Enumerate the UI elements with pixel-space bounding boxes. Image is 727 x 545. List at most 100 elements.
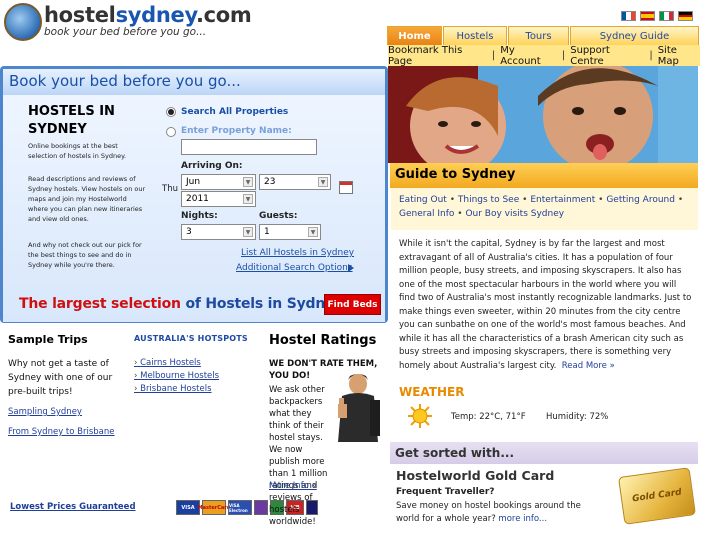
mastercard-icon: MasterCard — [198, 500, 230, 515]
lowest-prices-link[interactable]: Lowest Prices Guaranteed — [10, 502, 136, 512]
entertainment-link[interactable]: Entertainment — [530, 195, 595, 205]
booking-intro-1: Online bookings at the best selection of… — [28, 142, 127, 160]
gold-card-desc: Save money on hostel bookings around the… — [396, 501, 581, 524]
guests-select[interactable]: 1 ▼ — [259, 224, 321, 240]
calendar-icon[interactable] — [339, 181, 353, 194]
arrival-date-value: 23 — [264, 177, 276, 187]
sampling-sydney-link[interactable]: Sampling Sydney — [8, 407, 82, 417]
separator: | — [561, 50, 566, 61]
brisbane-hostels-link[interactable]: Brisbane Hostels — [134, 383, 219, 396]
chevron-down-icon: ▼ — [243, 227, 253, 237]
guide-links: Eating Out • Things to See • Entertainme… — [391, 188, 698, 230]
hostels-title: HOSTELS IN SYDNEY — [28, 103, 138, 139]
hotspots-list: Cairns Hostels Melbourne Hostels Brisban… — [134, 357, 219, 396]
nights-label: Nights: — [181, 211, 218, 221]
arrow-right-icon — [348, 264, 354, 272]
gold-card-text: Save money on hostel bookings around the… — [396, 500, 606, 526]
arrival-year-select[interactable]: 2011 ▼ — [181, 191, 256, 207]
sub-nav: Bookmark This Page | My Account | Support … — [388, 45, 700, 67]
ratings-more-info-link[interactable]: More Info » — [269, 481, 317, 491]
nights-value: 3 — [186, 227, 192, 237]
main-nav: Home Hostels Tours Sydney Guide — [387, 26, 700, 45]
guests-value: 1 — [264, 227, 270, 237]
bullet: • — [457, 209, 463, 219]
arrival-day: Thu — [162, 184, 178, 194]
hostel-ratings-title: Hostel Ratings — [269, 333, 377, 348]
temperature: Temp: 22°C, 71°F — [451, 412, 526, 422]
spain-flag-icon[interactable] — [640, 11, 655, 21]
things-to-see-link[interactable]: Things to See — [458, 195, 519, 205]
read-more-link[interactable]: Read More » — [562, 361, 615, 371]
general-info-link[interactable]: General Info — [399, 209, 454, 219]
france-flag-icon[interactable] — [621, 11, 636, 21]
getting-around-link[interactable]: Getting Around — [606, 195, 675, 205]
guide-to-sydney-title: Guide to Sydney — [390, 163, 698, 188]
tab-hostels[interactable]: Hostels — [443, 26, 507, 45]
sun-icon — [408, 404, 432, 428]
our-boy-visits-sydney-link[interactable]: Our Boy visits Sydney — [465, 209, 564, 219]
guide-body: While it isn't the capital, Sydney is by… — [399, 238, 692, 373]
tab-tours[interactable]: Tours — [508, 26, 569, 45]
sample-trips-text: Why not get a taste of Sydney with one o… — [8, 359, 113, 397]
hostels-title-line1: HOSTELS IN — [28, 104, 115, 119]
visa-electron-icon: VISA Electron — [228, 500, 252, 515]
logo-highlight: sydney — [115, 3, 197, 27]
site-map-link[interactable]: Site Map — [658, 45, 700, 67]
bullet: • — [677, 195, 684, 205]
bookmark-link[interactable]: Bookmark This Page — [388, 45, 487, 67]
booking-intro-2: Read descriptions and reviews of Sydney … — [28, 175, 146, 223]
visa-card-icon: VISA — [176, 500, 200, 515]
guide-body-text: While it isn't the capital, Sydney is by… — [399, 239, 692, 371]
germany-flag-icon[interactable] — [678, 11, 693, 21]
gold-card-more-link[interactable]: more info... — [498, 514, 547, 524]
my-account-link[interactable]: My Account — [500, 45, 557, 67]
hotspots-title: AUSTRALIA'S HOTSPOTS — [134, 334, 248, 343]
humidity: Humidity: 72% — [546, 412, 609, 422]
gold-card-image[interactable]: Gold Card — [618, 467, 696, 525]
arrival-month-select[interactable]: Jun ▼ — [181, 174, 256, 190]
tab-sydney-guide[interactable]: Sydney Guide — [570, 26, 699, 45]
frequent-traveller: Frequent Traveller? — [396, 487, 495, 497]
additional-search-options-link[interactable]: Additional Search Options — [236, 263, 353, 273]
melbourne-hostels-link[interactable]: Melbourne Hostels — [134, 370, 219, 383]
find-beds-button[interactable]: Find Beds — [324, 294, 381, 315]
chevron-down-icon: ▼ — [308, 227, 318, 237]
chevron-down-icon: ▼ — [243, 194, 253, 204]
search-all-radio[interactable] — [166, 107, 176, 117]
separator: | — [491, 50, 496, 61]
logo-domain: .com — [195, 3, 252, 27]
sydney-to-brisbane-link[interactable]: From Sydney to Brisbane — [8, 427, 115, 437]
arrival-year-value: 2011 — [186, 194, 209, 204]
property-name-label: Enter Property Name: — [181, 126, 292, 136]
language-flags — [621, 11, 693, 21]
get-sorted-title: Get sorted with... — [390, 442, 698, 464]
search-all-label: Search All Properties — [181, 107, 289, 117]
bullet: • — [598, 195, 604, 205]
support-centre-link[interactable]: Support Centre — [570, 45, 644, 67]
bullet: • — [522, 195, 528, 205]
tab-home[interactable]: Home — [387, 26, 442, 45]
eating-out-link[interactable]: Eating Out — [399, 195, 447, 205]
booking-heading: Book your bed before you go... — [3, 69, 385, 95]
cairns-hostels-link[interactable]: Cairns Hostels — [134, 357, 219, 370]
bullet: • — [449, 195, 456, 205]
largest-red: The largest selection — [19, 296, 181, 312]
weather-title: WEATHER — [399, 385, 465, 399]
hostels-title-line2: SYDNEY — [28, 122, 87, 137]
largest-blue: of Hostels in Sydney — [185, 296, 344, 312]
ratings-text: We ask other backpackers what they think… — [269, 385, 328, 527]
chevron-down-icon: ▼ — [318, 177, 328, 187]
nights-select[interactable]: 3 ▼ — [181, 224, 256, 240]
separator: | — [649, 50, 653, 61]
property-name-input[interactable] — [181, 139, 317, 155]
list-all-hostels-link[interactable]: List All Hostels in Sydney — [241, 248, 354, 258]
sample-trips-title: Sample Trips — [8, 333, 88, 346]
backpacker-thumbs-up-image — [338, 374, 380, 442]
logo-globe-icon[interactable] — [4, 3, 42, 41]
italy-flag-icon[interactable] — [659, 11, 674, 21]
site-logo[interactable]: hostelsydney.com — [44, 3, 252, 27]
arrival-date-select[interactable]: 23 ▼ — [259, 174, 331, 190]
property-name-radio[interactable] — [166, 127, 176, 137]
guests-label: Guests: — [259, 211, 298, 221]
tagline: book your bed before you go... — [44, 26, 207, 38]
